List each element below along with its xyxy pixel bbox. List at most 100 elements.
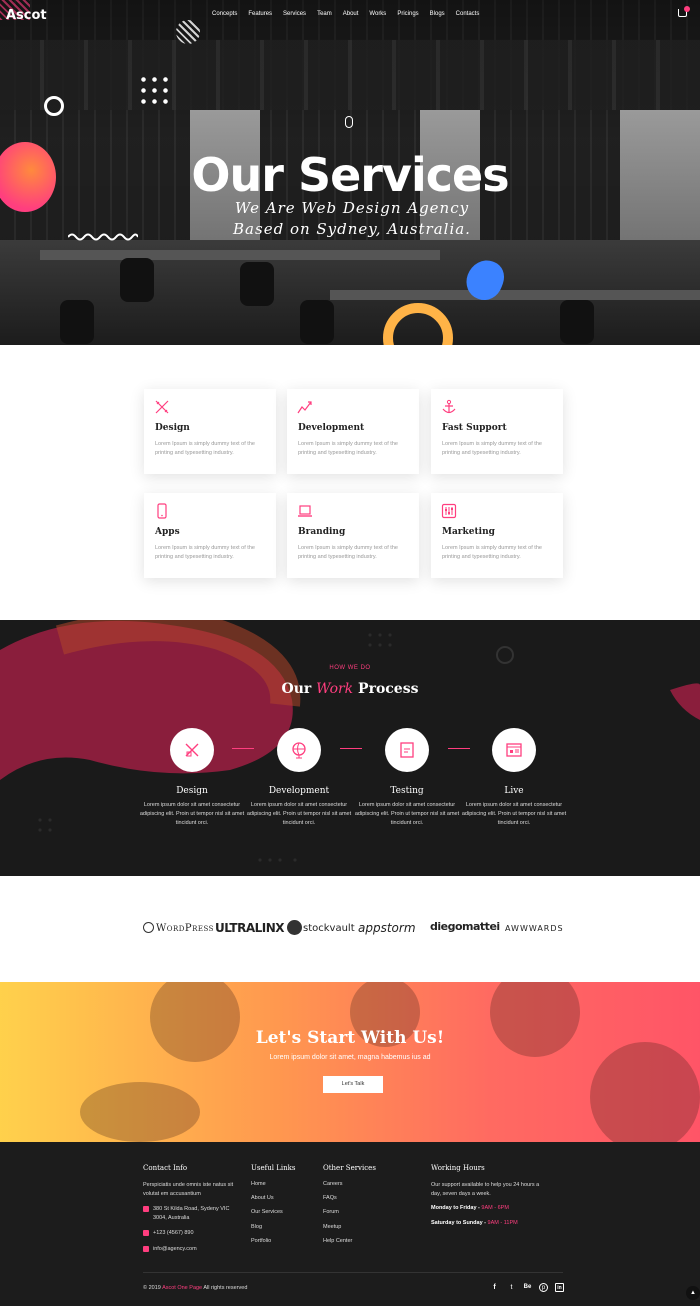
nav-features[interactable]: Features [248, 11, 272, 17]
cta-photo-overlay [80, 1082, 200, 1142]
service-desc: Lorem Ipsum is simply dummy text of the … [298, 545, 398, 560]
process-step-design-circle [170, 728, 214, 772]
nav-services[interactable]: Services [283, 11, 306, 17]
phone-icon [143, 1230, 149, 1236]
footer-link-home[interactable]: Home [251, 1181, 295, 1187]
footer-link-our-services[interactable]: Our Services [251, 1209, 295, 1215]
facebook-icon[interactable]: f [490, 1283, 499, 1292]
process-step-testing-circle [385, 728, 429, 772]
service-title: Marketing [442, 527, 495, 537]
process-section: HOW WE DO Our Work Process Design Develo… [0, 620, 700, 876]
service-card-apps[interactable]: Apps Lorem Ipsum is simply dummy text of… [144, 493, 276, 578]
brand-diegomattei-logo: diegomattei [430, 920, 500, 933]
footer-address: 380 St Kilda Road, Sydeny VIC 3004, Aust… [143, 1205, 243, 1222]
process-connector [232, 748, 254, 749]
twitter-icon[interactable]: t [507, 1283, 516, 1292]
decor-wave [68, 233, 138, 241]
cta-subtitle: Lorem ipsum dolor sit amet, magna habemu… [269, 1054, 431, 1061]
footer-working-hours: Working Hours Our support available to h… [431, 1164, 541, 1227]
scroll-to-top-button[interactable]: ▲ [686, 1286, 700, 1300]
lets-talk-button[interactable]: Let's Talk [323, 1076, 383, 1093]
hero-ceiling-image [0, 40, 700, 110]
footer-phone: +123 (4567) 890 [143, 1229, 243, 1238]
process-step-desc: Lorem ipsum dolor sit amet consectetur a… [139, 802, 245, 826]
footer-link-blog[interactable]: Blog [251, 1224, 295, 1230]
footer-hours-weekday: Monday to Friday - 9AM - 6PM [431, 1205, 509, 1211]
mail-icon [143, 1245, 149, 1252]
decor-striped-circle [176, 20, 200, 44]
hero-desk-image [40, 250, 440, 260]
location-pin-icon [143, 1206, 149, 1212]
behance-icon[interactable]: Be [523, 1283, 532, 1292]
footer-link-careers[interactable]: Careers [323, 1181, 376, 1187]
hero-desk-image [330, 290, 700, 300]
footer-heading: Contact Info [143, 1164, 188, 1172]
hero-chair-image [120, 258, 154, 302]
phone-icon [157, 503, 167, 519]
service-card-marketing[interactable]: Marketing Lorem Ipsum is simply dummy te… [431, 493, 563, 578]
service-title: Fast Support [442, 423, 507, 433]
service-desc: Lorem Ipsum is simply dummy text of the … [298, 441, 398, 456]
pinterest-icon[interactable]: p [539, 1283, 548, 1292]
footer-hours-weekend: Saturday to Sunday - 9AM - 11PM [431, 1219, 518, 1226]
nav-concepts[interactable]: Concepts [212, 11, 237, 17]
nav-works[interactable]: Works [369, 11, 386, 17]
footer-link-portfolio[interactable]: Portfolio [251, 1238, 295, 1244]
nav-blogs[interactable]: Blogs [430, 11, 445, 17]
process-step-title: Development [268, 786, 330, 796]
footer-link-forum[interactable]: Forum [323, 1209, 376, 1215]
globe-icon [292, 742, 306, 759]
process-title: Our Work Process [281, 681, 419, 697]
service-card-design[interactable]: Design Lorem Ipsum is simply dummy text … [144, 389, 276, 474]
process-eyebrow: HOW WE DO [329, 665, 371, 671]
brand-appstorm-logo: appstorm [358, 921, 416, 935]
footer: Contact Info Perspiciatis unde omnis ist… [0, 1142, 700, 1306]
linkedin-icon[interactable]: in [555, 1283, 564, 1292]
document-icon [400, 742, 414, 758]
footer-heading: Other Services [323, 1164, 376, 1172]
nav-team[interactable]: Team [317, 11, 332, 17]
footer-other-services: Other Services Careers FAQs Forum Meetup… [323, 1164, 376, 1252]
decor-ring [44, 96, 64, 116]
service-desc: Lorem Ipsum is simply dummy text of the … [155, 441, 255, 456]
process-step-development-circle [277, 728, 321, 772]
nav-pricings[interactable]: Pricings [397, 11, 418, 17]
footer-link-meetup[interactable]: Meetup [323, 1224, 376, 1230]
footer-link-about-us[interactable]: About Us [251, 1195, 295, 1201]
process-connector [340, 748, 362, 749]
brand-ultralinx-logo: ULTRALINX [215, 921, 285, 935]
footer-email[interactable]: info@agency.com [143, 1245, 243, 1254]
service-desc: Lorem Ipsum is simply dummy text of the … [155, 545, 255, 560]
nav-contacts[interactable]: Contacts [456, 11, 480, 17]
hero-chair-image [60, 300, 94, 344]
laptop-icon [298, 505, 312, 517]
footer-divider [143, 1272, 563, 1273]
service-title: Development [298, 423, 365, 433]
service-card-development[interactable]: Development Lorem Ipsum is simply dummy … [287, 389, 419, 474]
service-card-fast-support[interactable]: Fast Support Lorem Ipsum is simply dummy… [431, 389, 563, 474]
service-title: Branding [298, 527, 346, 537]
process-step-title: Design [176, 786, 208, 796]
page-title: Our Services [191, 148, 509, 202]
footer-link-help-center[interactable]: Help Center [323, 1238, 376, 1244]
service-title: Apps [155, 527, 180, 537]
services-section: Design Lorem Ipsum is simply dummy text … [0, 345, 700, 620]
copyright: © 2019 Ascot One Page All rights reserve… [143, 1285, 248, 1291]
tools-icon [155, 400, 169, 414]
sliders-icon [441, 503, 457, 519]
service-desc: Lorem Ipsum is simply dummy text of the … [442, 545, 542, 560]
brand-stockvault-logo: stockvault [287, 920, 355, 935]
process-step-title: Testing [390, 786, 424, 796]
hero-section: Ascot Concepts Features Services Team Ab… [0, 0, 700, 345]
copyright-link[interactable]: Ascot One Page [162, 1285, 202, 1291]
process-step-desc: Lorem ipsum dolor sit amet consectetur a… [354, 802, 460, 826]
process-step-desc: Lorem ipsum dolor sit amet consectetur a… [246, 802, 352, 826]
process-step-title: Live [504, 786, 524, 796]
site-logo[interactable]: Ascot [6, 8, 47, 23]
process-step-live-circle [492, 728, 536, 772]
footer-link-faqs[interactable]: FAQs [323, 1195, 376, 1201]
scroll-mouse-icon [345, 116, 353, 128]
nav-about[interactable]: About [343, 11, 359, 17]
browser-icon [506, 743, 522, 757]
service-card-branding[interactable]: Branding Lorem Ipsum is simply dummy tex… [287, 493, 419, 578]
